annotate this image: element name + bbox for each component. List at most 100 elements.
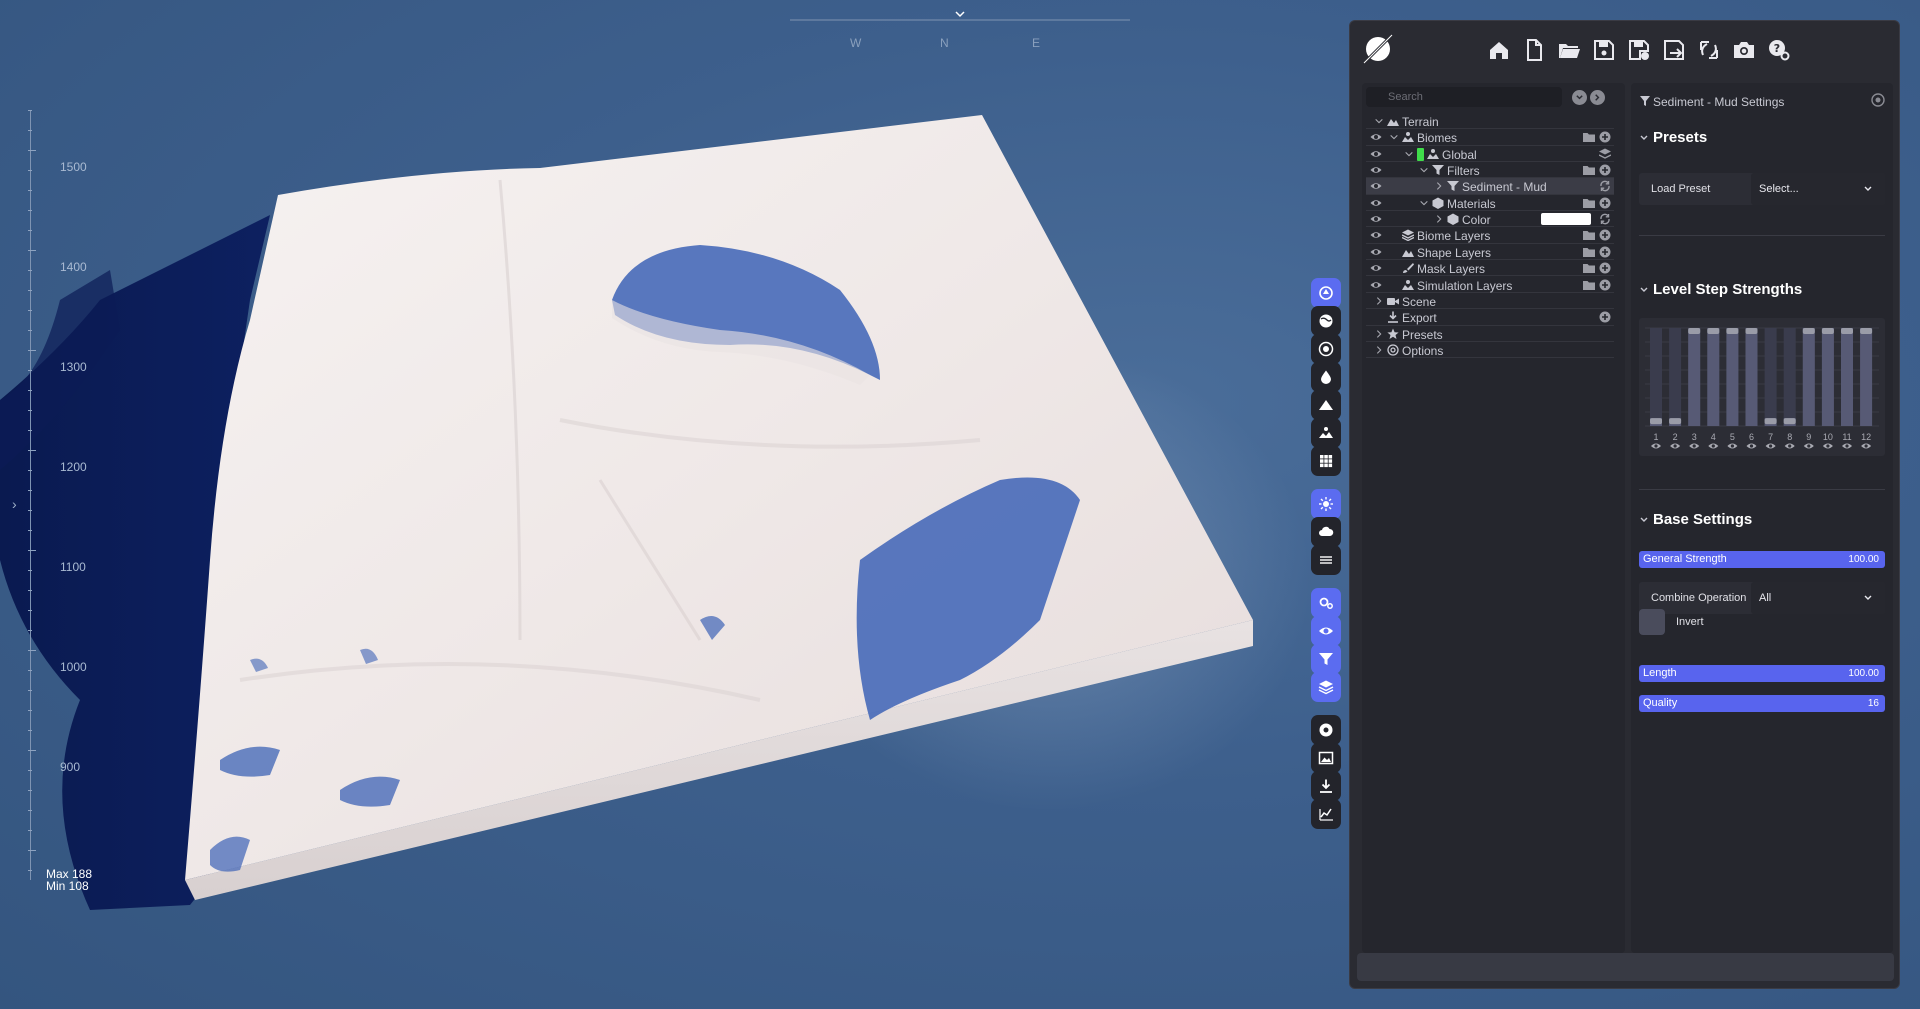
- add-icon[interactable]: [1599, 246, 1611, 258]
- level-step-chart[interactable]: 1 2 3 4 5 6 7 8 9 10 11 12: [1639, 318, 1885, 456]
- chevron-right-icon[interactable]: [1374, 296, 1384, 306]
- refresh-icon[interactable]: [1599, 180, 1611, 192]
- folder-icon[interactable]: [1583, 229, 1595, 241]
- level-step-bar[interactable]: [1860, 328, 1873, 426]
- eye-icon[interactable]: [1727, 443, 1738, 449]
- level-step-track[interactable]: [1669, 328, 1682, 426]
- level-step-bar[interactable]: [1688, 328, 1701, 426]
- eye-icon[interactable]: [1369, 279, 1383, 291]
- eye-icon[interactable]: [1842, 443, 1852, 449]
- level-step-bar[interactable]: [1821, 328, 1834, 426]
- eye-icon[interactable]: [1784, 443, 1795, 449]
- search-input[interactable]: [1366, 87, 1562, 107]
- add-icon[interactable]: [1599, 131, 1611, 143]
- chevron-down-icon[interactable]: [1404, 149, 1414, 159]
- stack-icon[interactable]: [1599, 148, 1611, 160]
- clouds-tool-button[interactable]: [1311, 517, 1341, 547]
- chevron-down-icon[interactable]: [1419, 198, 1429, 208]
- level-step-track[interactable]: [1783, 328, 1796, 426]
- help-button[interactable]: ?: [1762, 33, 1796, 67]
- level-step-bar[interactable]: [1745, 328, 1758, 426]
- tree-item-biomes[interactable]: Biomes: [1366, 129, 1614, 146]
- landscape-tool-button[interactable]: [1311, 418, 1341, 448]
- tree-item-presets[interactable]: Presets: [1366, 326, 1614, 342]
- chevron-down-icon[interactable]: [1639, 133, 1649, 143]
- eye-icon[interactable]: [1369, 229, 1383, 241]
- add-icon[interactable]: [1599, 197, 1611, 209]
- download-tool-button[interactable]: [1311, 771, 1341, 801]
- tree-item-sediment-mud[interactable]: Sediment - Mud: [1366, 178, 1614, 195]
- tree-item-terrain[interactable]: Terrain: [1366, 113, 1614, 130]
- level-step-bars[interactable]: 1 2 3 4 5 6 7 8 9 10 11 12: [1639, 318, 1885, 456]
- sphere-tool-button[interactable]: [1311, 306, 1341, 336]
- eye-icon[interactable]: [1369, 246, 1383, 258]
- level-step-track[interactable]: [1650, 328, 1662, 426]
- level-step-handle[interactable]: [1669, 418, 1682, 425]
- eye-icon[interactable]: [1369, 197, 1383, 209]
- folder-icon[interactable]: [1583, 197, 1595, 209]
- tree-item-color[interactable]: Color: [1366, 211, 1614, 228]
- tree-item-mask-layers[interactable]: Mask Layers: [1366, 260, 1614, 277]
- add-icon[interactable]: [1599, 229, 1611, 241]
- eye-icon[interactable]: [1670, 443, 1681, 449]
- chevron-right-icon[interactable]: [1374, 329, 1384, 339]
- preset-select[interactable]: Select...: [1751, 173, 1885, 205]
- eye-icon[interactable]: [1651, 443, 1661, 449]
- eye-icon[interactable]: [1861, 443, 1872, 449]
- tree-item-biome-layers[interactable]: Biome Layers: [1366, 227, 1614, 244]
- layers-tool-button[interactable]: [1311, 672, 1341, 702]
- level-step-handle[interactable]: [1802, 328, 1815, 334]
- tree-item-export[interactable]: Export: [1366, 309, 1614, 326]
- add-icon[interactable]: [1599, 164, 1611, 176]
- collapse-all-button[interactable]: [1572, 90, 1587, 105]
- tree-item-scene[interactable]: Scene: [1366, 293, 1614, 310]
- save-as-button[interactable]: [1622, 33, 1656, 67]
- level-step-handle[interactable]: [1841, 328, 1853, 334]
- level-step-track[interactable]: [1764, 328, 1777, 426]
- water-tool-button[interactable]: [1311, 362, 1341, 392]
- tree-item-shape-layers[interactable]: Shape Layers: [1366, 244, 1614, 261]
- level-step-bar[interactable]: [1802, 328, 1815, 426]
- eye-icon[interactable]: [1369, 148, 1383, 160]
- record-tool-button[interactable]: [1311, 715, 1341, 745]
- mountain-tool-button[interactable]: [1311, 390, 1341, 420]
- save-button[interactable]: [1587, 33, 1621, 67]
- expand-all-button[interactable]: [1590, 90, 1605, 105]
- general-strength-slider[interactable]: General Strength 100.00: [1639, 551, 1885, 568]
- compass[interactable]: W N E: [780, 6, 1140, 50]
- chevron-right-icon[interactable]: [1434, 181, 1444, 191]
- export-button[interactable]: [1657, 33, 1691, 67]
- chevron-right-icon[interactable]: ›: [12, 496, 17, 512]
- chevron-down-icon[interactable]: [1639, 285, 1649, 295]
- level-step-handle[interactable]: [1688, 328, 1701, 334]
- grid-tool-button[interactable]: [1311, 446, 1341, 476]
- eye-icon[interactable]: [1369, 213, 1383, 225]
- eye-icon[interactable]: [1822, 443, 1833, 449]
- eye-icon[interactable]: [1746, 443, 1757, 449]
- chevron-right-icon[interactable]: [1374, 345, 1384, 355]
- level-step-bar[interactable]: [1726, 328, 1739, 426]
- screenshot-button[interactable]: [1727, 33, 1761, 67]
- level-step-handle[interactable]: [1860, 328, 1873, 334]
- eye-icon[interactable]: [1689, 443, 1700, 449]
- invert-checkbox[interactable]: [1639, 609, 1665, 635]
- level-step-handle[interactable]: [1650, 418, 1662, 425]
- eye-icon[interactable]: [1708, 443, 1719, 449]
- eye-icon[interactable]: [1803, 443, 1814, 449]
- settings-tool-button[interactable]: [1311, 588, 1341, 618]
- chevron-down-icon[interactable]: [1389, 132, 1399, 142]
- color-swatch[interactable]: [1541, 213, 1591, 226]
- level-step-bar[interactable]: [1841, 328, 1853, 426]
- add-icon[interactable]: [1599, 311, 1611, 323]
- eye-icon[interactable]: [1369, 180, 1383, 192]
- eye-icon[interactable]: [1369, 131, 1383, 143]
- chevron-down-icon[interactable]: [1639, 515, 1649, 525]
- combine-operation-select[interactable]: All: [1751, 582, 1885, 614]
- folder-icon[interactable]: [1583, 131, 1595, 143]
- open-folder-button[interactable]: [1552, 33, 1586, 67]
- chevron-down-icon[interactable]: [1419, 165, 1429, 175]
- level-step-handle[interactable]: [1745, 328, 1758, 334]
- tree-item-simulation-layers[interactable]: Simulation Layers: [1366, 277, 1614, 293]
- quality-slider[interactable]: Quality 16: [1639, 695, 1885, 712]
- folder-icon[interactable]: [1583, 164, 1595, 176]
